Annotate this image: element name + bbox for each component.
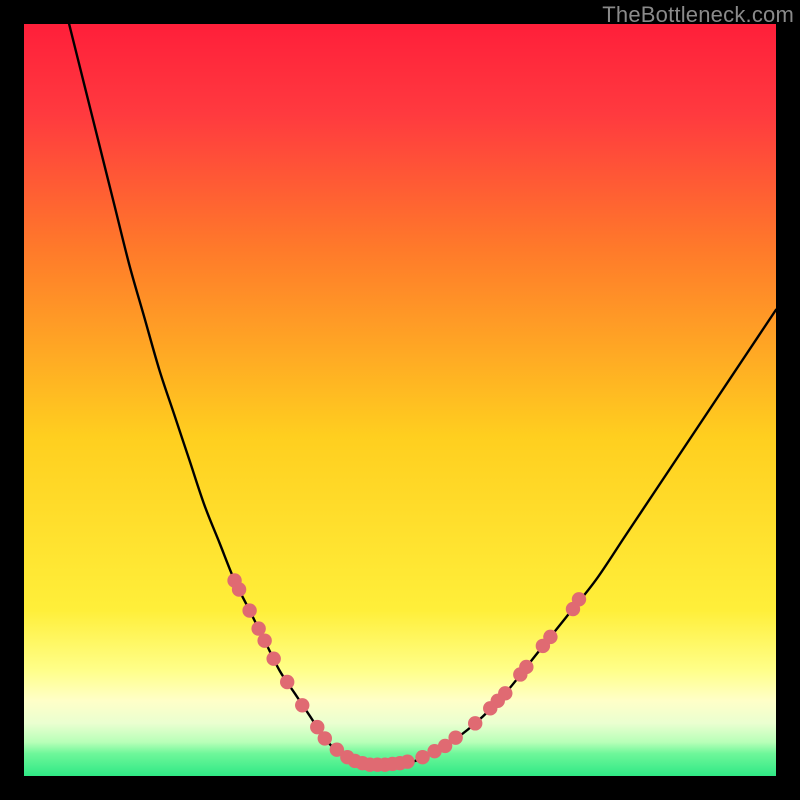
gradient-background [24, 24, 776, 776]
data-marker [280, 675, 294, 689]
data-marker [232, 582, 246, 596]
data-marker [318, 731, 332, 745]
data-marker [519, 660, 533, 674]
data-marker [257, 633, 271, 647]
data-marker [572, 592, 586, 606]
data-marker [498, 686, 512, 700]
chart-frame [24, 24, 776, 776]
data-marker [543, 630, 557, 644]
data-marker [242, 603, 256, 617]
data-marker [468, 716, 482, 730]
data-marker [266, 651, 280, 665]
data-marker [400, 755, 414, 769]
data-marker [295, 698, 309, 712]
data-marker [448, 730, 462, 744]
bottleneck-chart [24, 24, 776, 776]
